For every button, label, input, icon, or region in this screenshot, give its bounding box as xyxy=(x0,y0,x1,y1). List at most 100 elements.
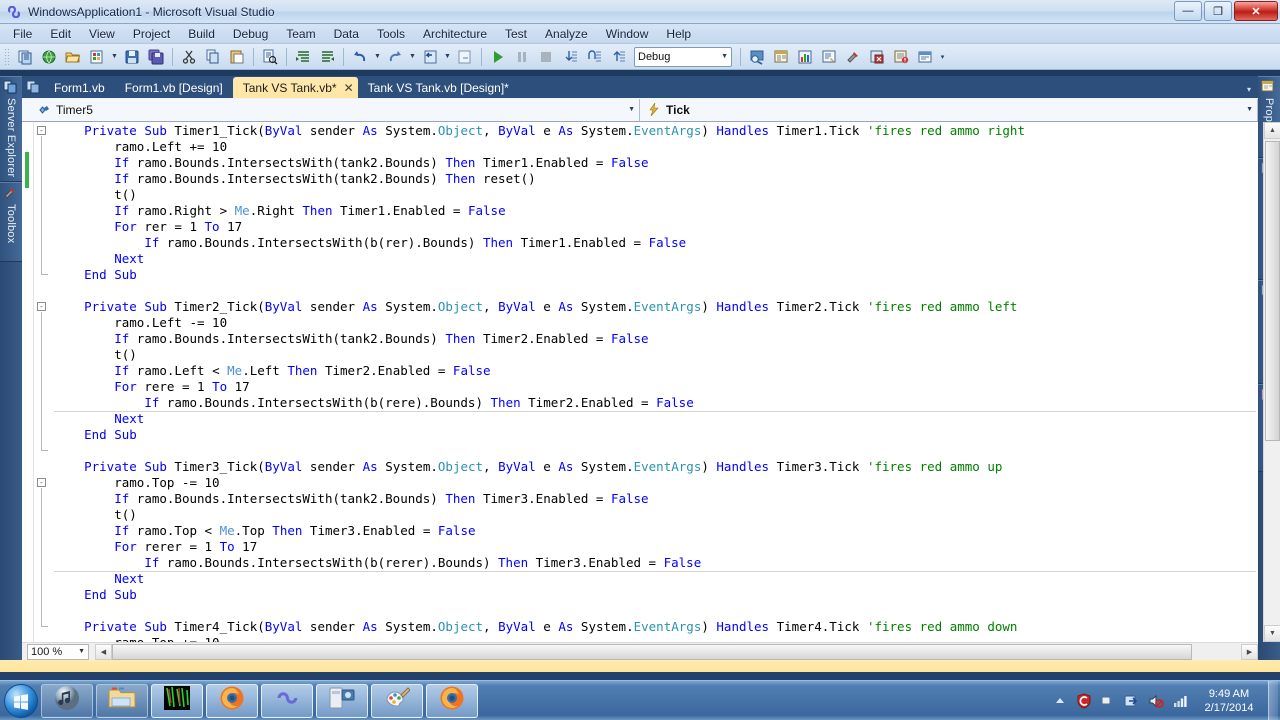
unsaved-change-marker xyxy=(25,152,29,188)
uncomment-lines-icon[interactable] xyxy=(316,46,338,68)
document-tab-form1-vb-design[interactable]: Form1.vb [Design] xyxy=(115,77,233,98)
document-tab-tank-vs-tank-vb-design[interactable]: Tank VS Tank.vb [Design]* xyxy=(358,77,519,98)
command-window-icon[interactable] xyxy=(914,46,936,68)
zoom-level-combo[interactable]: 100 % ▼ xyxy=(27,643,89,660)
maximize-button[interactable]: ❐ xyxy=(1204,1,1232,21)
outlining-region-line xyxy=(41,312,42,450)
new-project-icon[interactable] xyxy=(14,46,36,68)
active-files-icon[interactable] xyxy=(22,76,44,98)
taskbar-item-matrix-screensaver[interactable] xyxy=(151,683,203,718)
step-into-icon[interactable] xyxy=(559,46,581,68)
error-list-icon[interactable] xyxy=(866,46,888,68)
network-signal-icon[interactable] xyxy=(1170,691,1190,711)
dock-tab-toolbox[interactable]: Toolbox xyxy=(0,182,22,262)
copy-icon[interactable] xyxy=(202,46,224,68)
dock-tab-server-explorer[interactable]: Server Explorer xyxy=(0,76,22,182)
save-all-icon[interactable] xyxy=(145,46,167,68)
cut-icon[interactable] xyxy=(178,46,200,68)
menu-item-data[interactable]: Data xyxy=(325,25,368,43)
code-text[interactable]: Private Sub Timer1_Tick(ByVal sender As … xyxy=(54,122,1242,642)
vertical-scroll-thumb[interactable] xyxy=(1265,141,1280,441)
show-desktop-button[interactable] xyxy=(1268,680,1278,720)
taskbar-item-media-center[interactable] xyxy=(316,683,368,718)
code-editor[interactable]: ---- Private Sub Timer1_Tick(ByVal sende… xyxy=(22,122,1258,642)
navigate-backward-icon[interactable] xyxy=(419,46,441,68)
menu-item-test[interactable]: Test xyxy=(496,25,536,43)
menu-item-architecture[interactable]: Architecture xyxy=(414,25,496,43)
add-new-item-dropdown-icon[interactable]: ▼ xyxy=(109,46,120,68)
menu-item-help[interactable]: Help xyxy=(657,25,700,43)
minimize-button[interactable]: — xyxy=(1174,1,1202,21)
undo-icon[interactable] xyxy=(349,46,371,68)
find-icon[interactable] xyxy=(259,46,281,68)
horizontal-scroll-track[interactable] xyxy=(112,643,1241,660)
code-line: If ramo.Left < Me.Left Then Timer2.Enabl… xyxy=(114,363,491,378)
step-out-icon[interactable] xyxy=(607,46,629,68)
solution-explorer-icon[interactable] xyxy=(818,46,840,68)
menu-item-build[interactable]: Build xyxy=(179,25,224,43)
taskbar-item-itunes[interactable] xyxy=(41,683,93,718)
toolbar-grip[interactable] xyxy=(4,47,11,66)
horizontal-scroll-thumb[interactable] xyxy=(112,643,1192,660)
windows-start-orb-icon[interactable] xyxy=(4,683,38,718)
method-combo[interactable]: Tick ▼ xyxy=(640,98,1258,121)
device-manager-icon[interactable] xyxy=(1098,691,1118,711)
menu-item-tools[interactable]: Tools xyxy=(368,25,414,43)
open-file-icon[interactable] xyxy=(62,46,84,68)
scroll-down-icon[interactable]: ▼ xyxy=(1264,625,1280,642)
redo-icon[interactable] xyxy=(384,46,406,68)
object-browser-icon[interactable] xyxy=(794,46,816,68)
taskbar-clock[interactable]: 9:49 AM 2/17/2014 xyxy=(1198,687,1260,715)
toolbar-overflow-icon[interactable]: ▾ xyxy=(937,46,948,68)
menu-item-edit[interactable]: Edit xyxy=(41,25,80,43)
navigate-backward-dropdown-icon[interactable]: ▼ xyxy=(442,46,453,68)
show-hidden-icons-icon[interactable] xyxy=(1050,691,1070,711)
class-member-combo[interactable]: Timer5 ▼ xyxy=(22,98,640,121)
document-tab-form1-vb[interactable]: Form1.vb xyxy=(44,77,115,98)
toolbox-window-icon[interactable] xyxy=(842,46,864,68)
taskbar-item-firefox[interactable] xyxy=(206,683,258,718)
outlining-collapse-icon[interactable]: - xyxy=(37,126,46,135)
menu-item-analyze[interactable]: Analyze xyxy=(536,25,597,43)
taskbar-item-visual-studio[interactable] xyxy=(261,683,313,718)
comodo-security-icon[interactable] xyxy=(1074,691,1094,711)
navigate-forward-icon[interactable] xyxy=(454,46,476,68)
document-tab-tank-vs-tank-vb[interactable]: Tank VS Tank.vb* ✕ xyxy=(232,77,358,98)
step-over-icon[interactable] xyxy=(583,46,605,68)
menu-item-team[interactable]: Team xyxy=(277,25,324,43)
editor-vertical-scrollbar[interactable]: ▲ ▼ xyxy=(1263,122,1280,642)
scroll-up-icon[interactable]: ▲ xyxy=(1264,122,1280,139)
close-icon[interactable]: ✕ xyxy=(344,81,354,95)
scroll-right-icon[interactable]: ▶ xyxy=(1241,643,1258,660)
solution-configuration-combo[interactable]: Debug ▼ xyxy=(634,46,732,67)
add-new-item-icon[interactable] xyxy=(86,46,108,68)
save-icon[interactable] xyxy=(121,46,143,68)
properties-window-icon[interactable] xyxy=(770,46,792,68)
taskbar-item-windows-explorer[interactable] xyxy=(96,683,148,718)
taskbar-item-paint[interactable] xyxy=(371,683,423,718)
menu-item-project[interactable]: Project xyxy=(124,25,179,43)
pause-icon[interactable] xyxy=(511,46,533,68)
menu-item-view[interactable]: View xyxy=(80,25,124,43)
menu-item-file[interactable]: File xyxy=(4,25,41,43)
tab-list-dropdown-icon[interactable]: ▾ xyxy=(1247,85,1258,98)
start-debugging-icon[interactable] xyxy=(487,46,509,68)
volume-muted-icon[interactable] xyxy=(1146,691,1166,711)
find-in-files-icon[interactable] xyxy=(746,46,768,68)
outlining-collapse-icon[interactable]: - xyxy=(37,478,46,487)
outlining-collapse-icon[interactable]: - xyxy=(37,302,46,311)
menu-item-debug[interactable]: Debug xyxy=(224,25,277,43)
taskbar-item-firefox-window[interactable] xyxy=(426,683,478,718)
outlining-region-line xyxy=(41,488,42,626)
comment-lines-icon[interactable] xyxy=(292,46,314,68)
task-list-icon[interactable] xyxy=(890,46,912,68)
safely-remove-hardware-icon[interactable] xyxy=(1122,691,1142,711)
undo-dropdown-icon[interactable]: ▼ xyxy=(372,46,383,68)
add-new-web-site-icon[interactable] xyxy=(38,46,60,68)
paste-icon[interactable] xyxy=(226,46,248,68)
menu-item-window[interactable]: Window xyxy=(597,25,658,43)
close-button[interactable]: ✕ xyxy=(1234,1,1278,21)
scroll-left-icon[interactable]: ◀ xyxy=(95,643,112,660)
stop-icon[interactable] xyxy=(535,46,557,68)
redo-dropdown-icon[interactable]: ▼ xyxy=(407,46,418,68)
